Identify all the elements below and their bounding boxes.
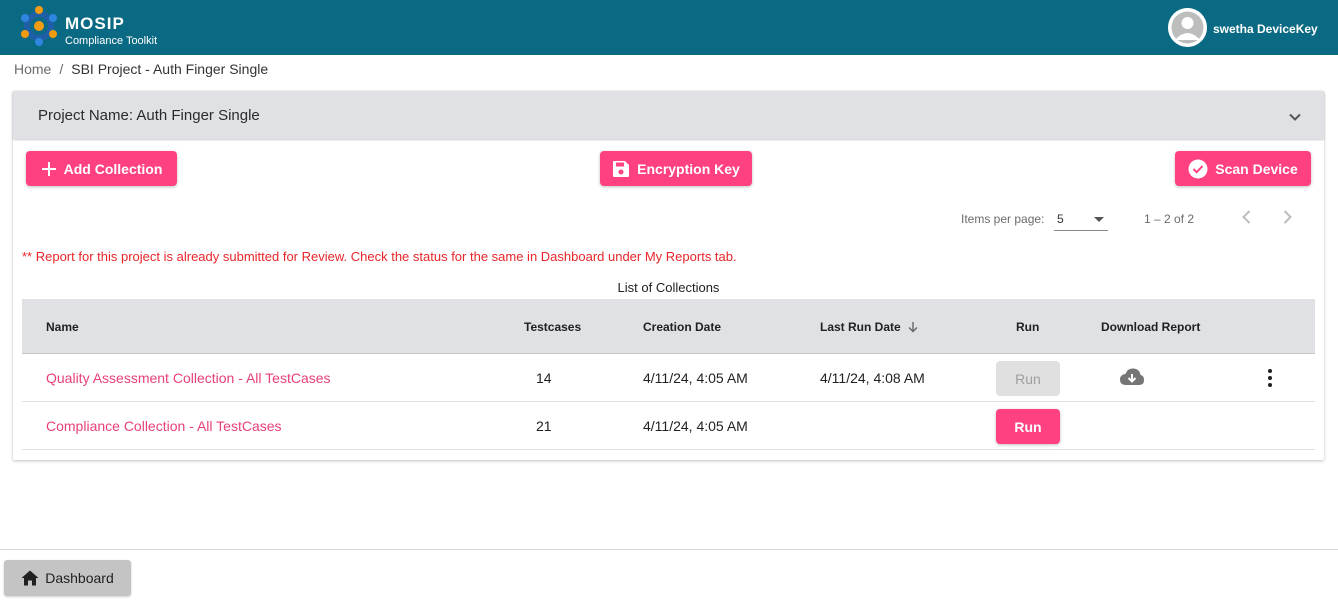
testcases-count: 14 — [536, 370, 552, 386]
items-per-page-value: 5 — [1057, 212, 1064, 226]
user-avatar-icon — [1168, 8, 1207, 47]
report-submitted-message: ** Report for this project is already su… — [22, 249, 737, 264]
header-name[interactable]: Name — [46, 320, 79, 334]
header-creation-date[interactable]: Creation Date — [643, 320, 721, 334]
breadcrumb-current: SBI Project - Auth Finger Single — [71, 61, 269, 77]
header-run: Run — [1016, 320, 1040, 334]
mosip-logo-icon — [21, 6, 57, 46]
footer-divider — [0, 549, 1338, 550]
encryption-key-button[interactable]: Encryption Key — [600, 151, 752, 186]
previous-page-icon[interactable] — [1238, 208, 1256, 226]
plus-icon — [41, 161, 56, 176]
collection-name-link[interactable]: Compliance Collection - All TestCases — [46, 418, 282, 434]
collection-name-link[interactable]: Quality Assessment Collection - All Test… — [46, 370, 331, 386]
project-title: Project Name: Auth Finger Single — [38, 107, 260, 124]
project-expansion-header[interactable]: Project Name: Auth Finger Single — [13, 91, 1324, 139]
creation-date: 4/11/24, 4:05 AM — [643, 370, 748, 386]
table-row: Quality Assessment Collection - All Test… — [22, 354, 1315, 402]
save-icon — [613, 160, 630, 177]
run-button[interactable]: Run — [996, 361, 1060, 396]
brand-name: MOSIP — [65, 14, 125, 33]
scan-device-button[interactable]: Scan Device — [1175, 151, 1311, 186]
top-app-bar: MOSIP Compliance Toolkit swetha DeviceKe… — [0, 0, 1338, 55]
header-testcases[interactable]: Testcases — [524, 320, 581, 334]
header-last-run-date[interactable]: Last Run Date — [820, 320, 919, 334]
project-card: Project Name: Auth Finger Single Add Col… — [13, 91, 1324, 460]
scan-device-label: Scan Device — [1215, 160, 1298, 177]
table-title: List of Collections — [617, 280, 720, 295]
dashboard-button[interactable]: Dashboard — [4, 560, 131, 596]
breadcrumb-home-link[interactable]: Home — [14, 61, 51, 77]
pagination-range: 1 – 2 of 2 — [1144, 212, 1195, 226]
header-last-run-date-label: Last Run Date — [820, 320, 901, 334]
home-icon — [21, 570, 39, 586]
creation-date: 4/11/24, 4:05 AM — [643, 418, 748, 434]
table-header: Name Testcases Creation Date Last Run Da… — [22, 299, 1315, 354]
breadcrumb: Home / SBI Project - Auth Finger Single — [14, 61, 268, 77]
brand-subtitle: Compliance Toolkit — [65, 35, 158, 47]
cloud-download-icon[interactable] — [1119, 367, 1145, 389]
chevron-down-icon[interactable] — [1287, 109, 1303, 125]
last-run-date: 4/11/24, 4:08 AM — [820, 370, 925, 386]
check-circle-icon — [1188, 159, 1208, 178]
testcases-count: 21 — [536, 418, 552, 434]
dashboard-label: Dashboard — [45, 570, 114, 586]
next-page-icon[interactable] — [1278, 208, 1296, 226]
table-row: Compliance Collection - All TestCases 21… — [22, 402, 1315, 450]
items-per-page-select[interactable]: 5 — [1054, 207, 1108, 231]
user-name[interactable]: swetha DeviceKey — [1213, 22, 1318, 36]
header-download-report: Download Report — [1101, 320, 1201, 334]
items-per-page-label: Items per page: — [961, 212, 1045, 226]
add-collection-button[interactable]: Add Collection — [26, 151, 177, 186]
add-collection-label: Add Collection — [63, 160, 163, 177]
user-avatar[interactable] — [1168, 8, 1207, 47]
breadcrumb-separator: / — [59, 61, 64, 77]
encryption-key-label: Encryption Key — [637, 160, 740, 177]
sort-arrow-down-icon — [908, 322, 918, 333]
more-vert-icon[interactable] — [1262, 368, 1278, 388]
run-button[interactable]: Run — [996, 409, 1060, 444]
dropdown-arrow-icon — [1094, 217, 1104, 222]
